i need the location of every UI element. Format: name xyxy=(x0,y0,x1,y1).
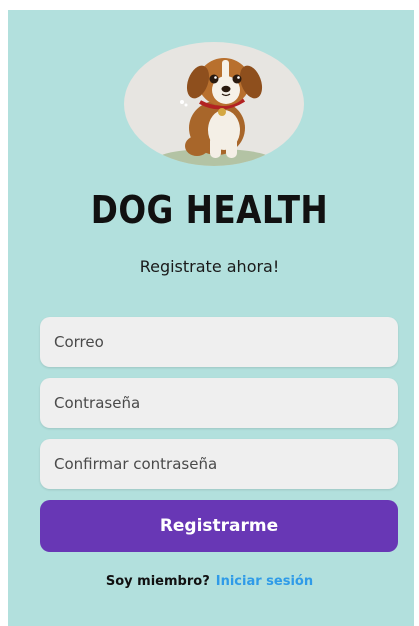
confirm-password-field[interactable]: Confirmar contraseña xyxy=(40,439,398,489)
login-prompt: Soy miembro? Iniciar sesión xyxy=(0,574,419,589)
email-placeholder: Correo xyxy=(54,333,104,351)
puppy-logo-icon xyxy=(124,42,304,166)
password-field[interactable]: Contraseña xyxy=(40,378,398,428)
page-subtitle: Registrate ahora! xyxy=(139,257,280,276)
member-text: Soy miembro? xyxy=(105,574,210,589)
register-button[interactable]: Registrarme xyxy=(40,500,398,552)
app-title: DOG HEALTH xyxy=(90,188,329,232)
email-field[interactable]: Correo xyxy=(40,317,398,367)
login-link[interactable]: Iniciar sesión xyxy=(216,574,313,589)
register-button-label: Registrarme xyxy=(159,516,279,536)
password-placeholder: Contraseña xyxy=(54,394,141,412)
confirm-password-placeholder: Confirmar contraseña xyxy=(54,455,218,473)
